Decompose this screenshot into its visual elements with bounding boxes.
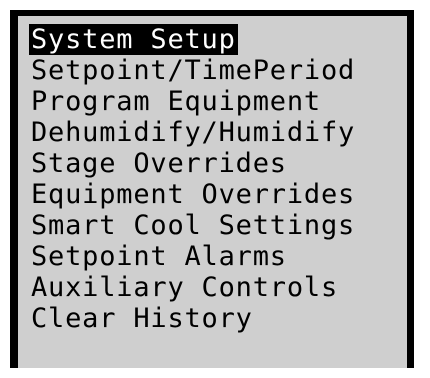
main-menu: System Setup Setpoint/TimePeriod Program… [29, 24, 357, 334]
menu-item-program-equipment[interactable]: Program Equipment [29, 86, 357, 117]
menu-item-smart-cool-settings[interactable]: Smart Cool Settings [29, 210, 357, 241]
menu-item-dehumidify-humidify[interactable]: Dehumidify/Humidify [29, 117, 357, 148]
menu-item-auxiliary-controls[interactable]: Auxiliary Controls [29, 272, 357, 303]
lcd-menu-screen: System Setup Setpoint/TimePeriod Program… [10, 10, 414, 368]
menu-item-clear-history[interactable]: Clear History [29, 303, 357, 334]
menu-item-setpoint-timeperiod[interactable]: Setpoint/TimePeriod [29, 55, 357, 86]
menu-item-stage-overrides[interactable]: Stage Overrides [29, 148, 357, 179]
menu-item-equipment-overrides[interactable]: Equipment Overrides [29, 179, 357, 210]
menu-item-setpoint-alarms[interactable]: Setpoint Alarms [29, 241, 357, 272]
menu-item-system-setup[interactable]: System Setup [29, 24, 238, 55]
